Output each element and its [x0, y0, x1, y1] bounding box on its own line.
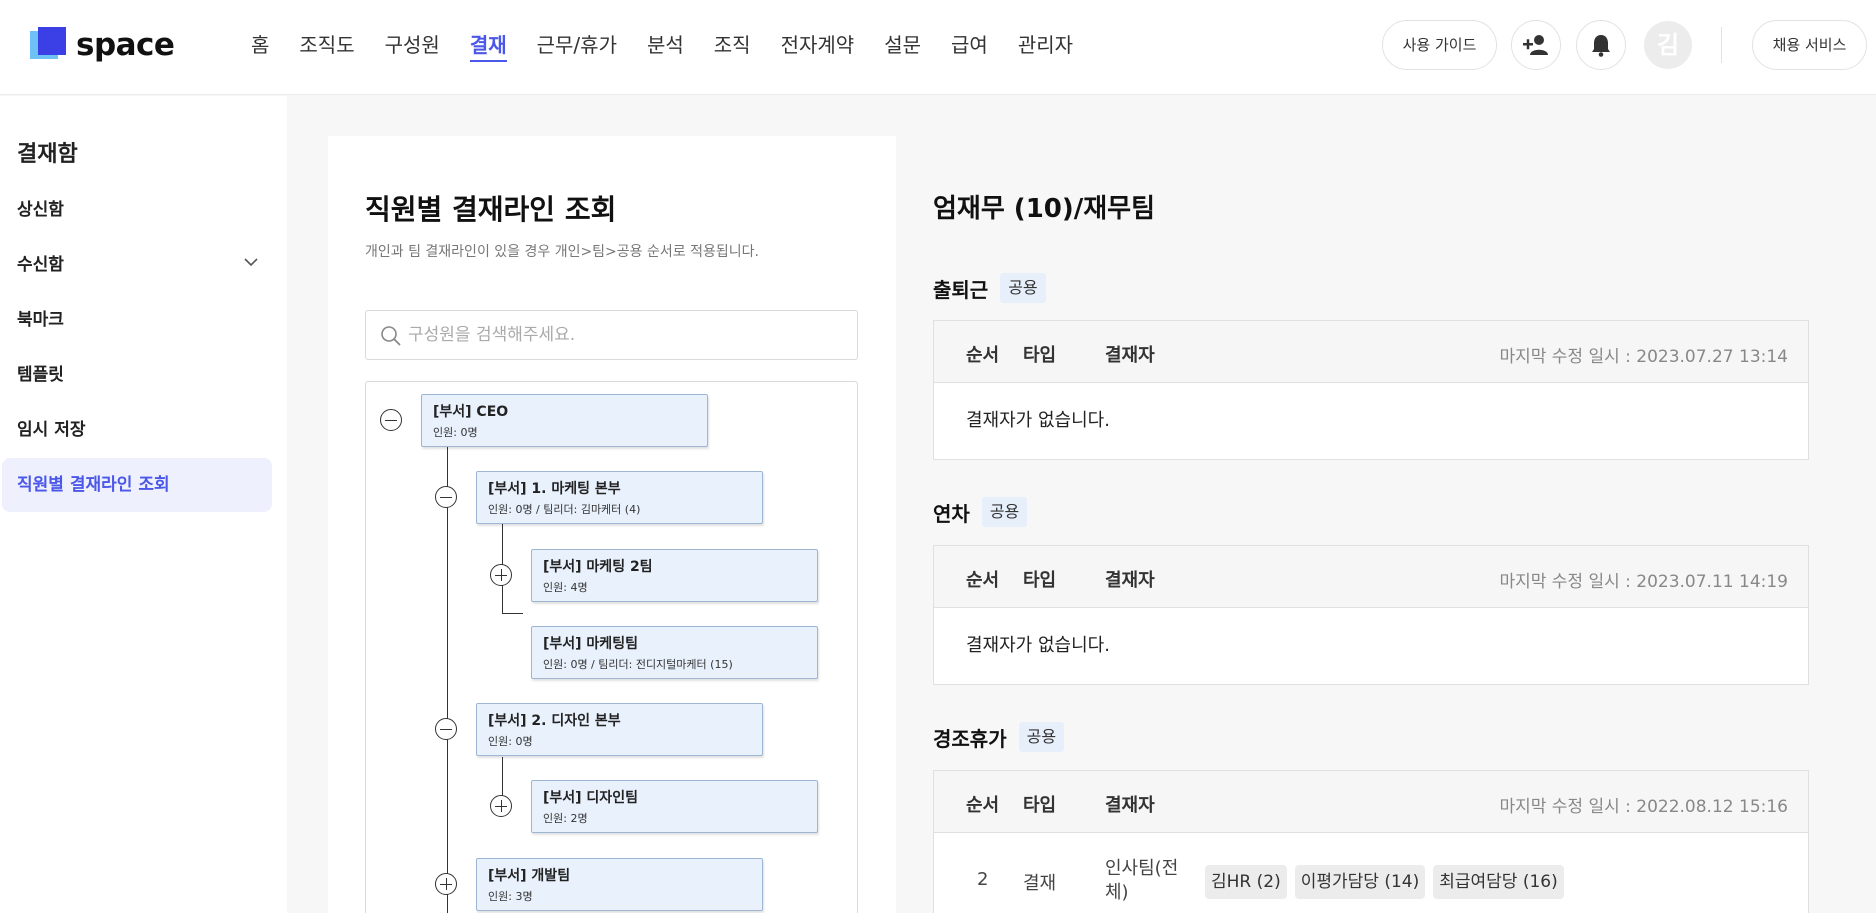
- sidebar-item-sent[interactable]: 상신함: [2, 183, 272, 237]
- row-type: 결재: [1023, 873, 1057, 894]
- approver-chips: 김HR (2) 이평가담당 (14) 최급여담당 (16): [1205, 865, 1572, 899]
- table-header: 순서 타입 결재자 마지막 수정 일시 : 2022.08.12 15:16: [934, 771, 1808, 833]
- tree-node-ceo[interactable]: [부서] CEO 인원: 0명: [421, 394, 708, 447]
- sidebar-item-template[interactable]: 템플릿: [2, 348, 272, 402]
- approval-line-panel: 직원별 결재라인 조회 개인과 팀 결재라인이 있을 경우 개인>팀>공용 순서…: [328, 136, 896, 913]
- last-modified: 마지막 수정 일시 : 2023.07.27 13:14: [1499, 347, 1788, 367]
- user-guide-button[interactable]: 사용 가이드: [1382, 20, 1497, 70]
- nav-approval[interactable]: 결재: [469, 30, 507, 62]
- add-person-icon: [1523, 35, 1548, 55]
- scope-badge: 공용: [981, 497, 1028, 527]
- col-order: 순서: [966, 570, 1000, 591]
- tree-node-design[interactable]: [부서] 디자인팀 인원: 2명: [531, 780, 818, 833]
- header-divider: [1721, 27, 1722, 63]
- sidebar-item-label: 수신함: [17, 255, 64, 275]
- logo-mark-icon: [30, 27, 66, 63]
- nav-members[interactable]: 구성원: [385, 30, 440, 62]
- approver-team: 인사팀(전체): [1105, 858, 1179, 903]
- sidebar-item-label: 상신함: [17, 200, 64, 220]
- add-member-button[interactable]: [1511, 20, 1561, 70]
- nav-organization[interactable]: 조직: [714, 30, 751, 62]
- page-title: 직원별 결재라인 조회: [365, 193, 617, 226]
- tree-node-design-hq[interactable]: [부서] 2. 디자인 본부 인원: 0명: [476, 703, 763, 756]
- nav-home[interactable]: 홈: [251, 30, 269, 62]
- org-tree: [부서] CEO 인원: 0명 [부서] 1. 마케팅 본부 인원: 0명 / …: [365, 381, 858, 913]
- sidebar-item-received[interactable]: 수신함: [2, 238, 272, 292]
- employee-title: 엄재무 (10)/재무팀: [933, 194, 1156, 224]
- table-header: 순서 타입 결재자 마지막 수정 일시 : 2023.07.11 14:19: [934, 546, 1808, 608]
- nav-survey[interactable]: 설문: [884, 30, 921, 62]
- tree-connector: [447, 447, 448, 913]
- section-name: 경조휴가: [933, 726, 1007, 751]
- sidebar-item-label: 임시 저장: [17, 420, 86, 440]
- collapse-toggle[interactable]: [435, 486, 457, 508]
- expand-toggle[interactable]: [435, 873, 457, 895]
- top-header: space 홈 조직도 구성원 결재 근무/휴가 분석 조직 전자계약 설문 급…: [0, 0, 1876, 95]
- bell-icon: [1592, 35, 1610, 57]
- approval-table-annual-leave: 순서 타입 결재자 마지막 수정 일시 : 2023.07.11 14:19 결…: [933, 545, 1809, 685]
- main-nav: 홈 조직도 구성원 결재 근무/휴가 분석 조직 전자계약 설문 급여 관리자: [251, 30, 1103, 62]
- row-order: 2: [977, 869, 989, 890]
- scope-badge: 공용: [1000, 273, 1046, 303]
- sidebar-item-drafts[interactable]: 임시 저장: [2, 403, 272, 457]
- sidebar-item-bookmark[interactable]: 북마크: [2, 293, 272, 347]
- nav-admin[interactable]: 관리자: [1018, 30, 1073, 62]
- section-header-family-event-leave: 경조휴가 공용: [933, 722, 1065, 752]
- sidebar-title: 결재함: [17, 142, 78, 167]
- tree-connector: [502, 613, 523, 614]
- last-modified: 마지막 수정 일시 : 2022.08.12 15:16: [1499, 797, 1788, 817]
- approver-chip: 이평가담당 (14): [1294, 865, 1426, 899]
- sidebar-item-employee-approval-line[interactable]: 직원별 결재라인 조회: [2, 458, 272, 512]
- tree-node-marketing[interactable]: [부서] 마케팅팀 인원: 0명 / 팀리더: 전디지털마케터 (15): [531, 626, 818, 679]
- nav-org-chart[interactable]: 조직도: [299, 30, 354, 62]
- collapse-toggle[interactable]: [380, 409, 402, 431]
- col-approver: 결재자: [1105, 570, 1155, 591]
- notifications-button[interactable]: [1576, 20, 1626, 70]
- space-logo[interactable]: space: [30, 27, 175, 63]
- empty-message: 결재자가 없습니다.: [966, 410, 1110, 431]
- section-header-commute: 출퇴근 공용: [933, 273, 1046, 303]
- col-approver: 결재자: [1105, 345, 1155, 366]
- col-type: 타입: [1023, 345, 1057, 366]
- tree-node-marketing-2[interactable]: [부서] 마케팅 2팀 인원: 4명: [531, 549, 818, 602]
- tree-node-dev[interactable]: [부서] 개발팀 인원: 3명: [476, 858, 763, 911]
- last-modified: 마지막 수정 일시 : 2023.07.11 14:19: [1499, 572, 1788, 592]
- col-type: 타입: [1023, 570, 1057, 591]
- nav-analytics[interactable]: 분석: [647, 30, 684, 62]
- nav-work-leave[interactable]: 근무/휴가: [537, 30, 617, 62]
- col-approver: 결재자: [1105, 795, 1155, 816]
- recruit-service-button[interactable]: 채용 서비스: [1752, 20, 1867, 70]
- chevron-down-icon[interactable]: [244, 258, 258, 267]
- avatar[interactable]: 김: [1644, 21, 1692, 69]
- col-type: 타입: [1023, 795, 1057, 816]
- tree-node-marketing-hq[interactable]: [부서] 1. 마케팅 본부 인원: 0명 / 팀리더: 김마케터 (4): [476, 471, 763, 524]
- empty-message: 결재자가 없습니다.: [966, 635, 1110, 656]
- col-order: 순서: [966, 795, 1000, 816]
- approval-table-family-event-leave: 순서 타입 결재자 마지막 수정 일시 : 2022.08.12 15:16 2…: [933, 770, 1809, 913]
- table-row: 2 결재 인사팀(전체) 김HR (2) 이평가담당 (14) 최급여담당 (1…: [934, 833, 1808, 913]
- search-input[interactable]: [408, 311, 848, 359]
- approver-chip: 최급여담당 (16): [1433, 865, 1564, 899]
- sidebar: 결재함 상신함 수신함 북마크 템플릿 임시 저장 직원별 결재라인 조회: [0, 96, 287, 913]
- nav-payroll[interactable]: 급여: [951, 30, 988, 62]
- sidebar-item-label: 북마크: [17, 310, 64, 330]
- logo-text: space: [76, 27, 175, 63]
- section-name: 연차: [933, 501, 970, 526]
- member-search: [365, 310, 858, 360]
- nav-e-contract[interactable]: 전자계약: [781, 30, 855, 62]
- page-description: 개인과 팀 결재라인이 있을 경우 개인>팀>공용 순서로 적용됩니다.: [365, 244, 759, 260]
- approval-table-commute: 순서 타입 결재자 마지막 수정 일시 : 2023.07.27 13:14 결…: [933, 320, 1809, 460]
- expand-toggle[interactable]: [490, 795, 512, 817]
- scope-badge: 공용: [1018, 722, 1065, 752]
- section-header-annual-leave: 연차 공용: [933, 497, 1028, 527]
- table-header: 순서 타입 결재자 마지막 수정 일시 : 2023.07.27 13:14: [934, 321, 1808, 383]
- expand-toggle[interactable]: [490, 564, 512, 586]
- sidebar-item-label: 템플릿: [17, 365, 64, 385]
- sidebar-item-label: 직원별 결재라인 조회: [17, 475, 170, 495]
- search-icon: [381, 326, 401, 346]
- approver-chip: 김HR (2): [1205, 865, 1287, 899]
- col-order: 순서: [966, 345, 1000, 366]
- section-name: 출퇴근: [933, 277, 989, 302]
- collapse-toggle[interactable]: [435, 718, 457, 740]
